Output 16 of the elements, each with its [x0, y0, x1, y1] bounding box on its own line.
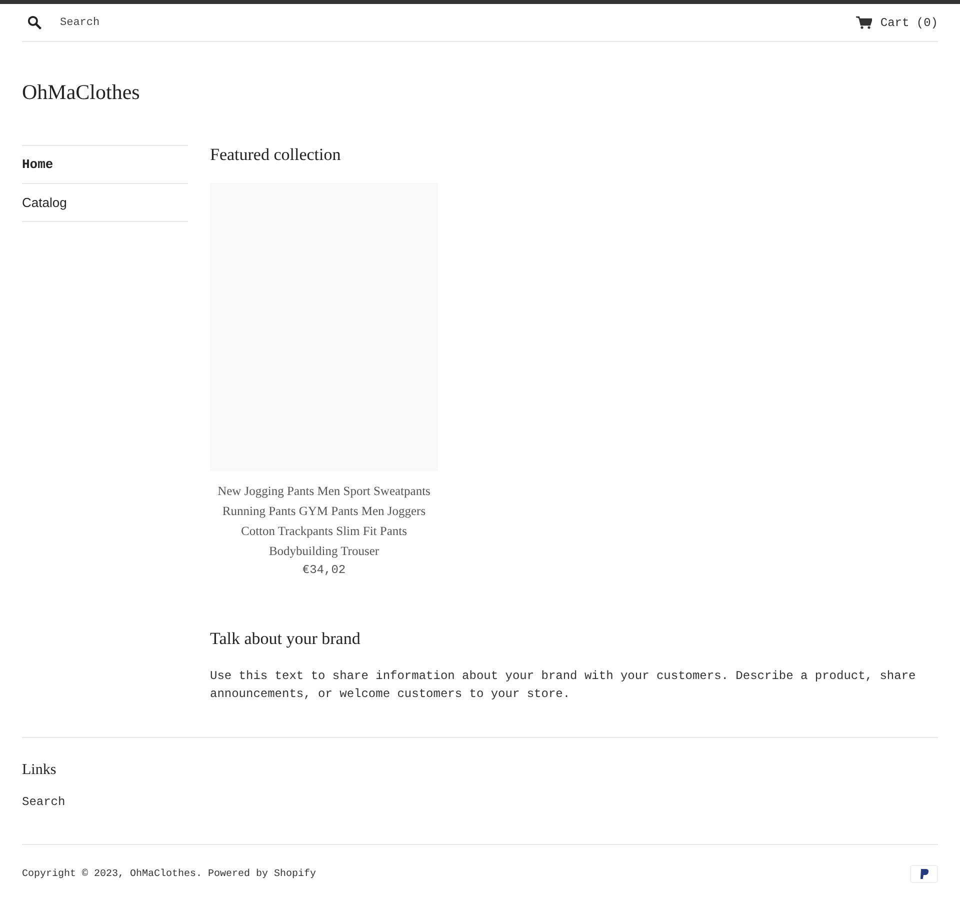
product-title[interactable]: New Jogging Pants Men Sport Sweatpants Running Pants GYM Pants Men Joggers Cotton Trackpants Slim Fit Pants Bodybuilding Trouser [210, 481, 438, 561]
search-icon[interactable] [27, 15, 42, 30]
product-price: €34,02 [301, 563, 347, 577]
cart-icon [856, 16, 872, 29]
copyright-text: Copyright © 2023, OhMaClothes. Powered by Shopify [22, 868, 316, 880]
sidebar-item[interactable]: Catalog [22, 184, 188, 222]
footer-link[interactable]: Search [22, 795, 938, 809]
footer-title: Links [22, 762, 58, 779]
brand-text: Use this text to share information about your brand with your customers. Describe a product, share announcements, or welcome customers to your store. [210, 668, 917, 703]
site-logo[interactable]: OhMaClothes [22, 80, 140, 105]
search-field[interactable]: Search [58, 16, 362, 30]
payment-card-icon [910, 865, 938, 883]
section-title: Featured collection [210, 145, 342, 165]
section-title: Talk about your brand [210, 629, 362, 649]
cart-link[interactable]: Cart (0) [856, 16, 938, 30]
sidebar-item[interactable]: Home [22, 146, 188, 184]
